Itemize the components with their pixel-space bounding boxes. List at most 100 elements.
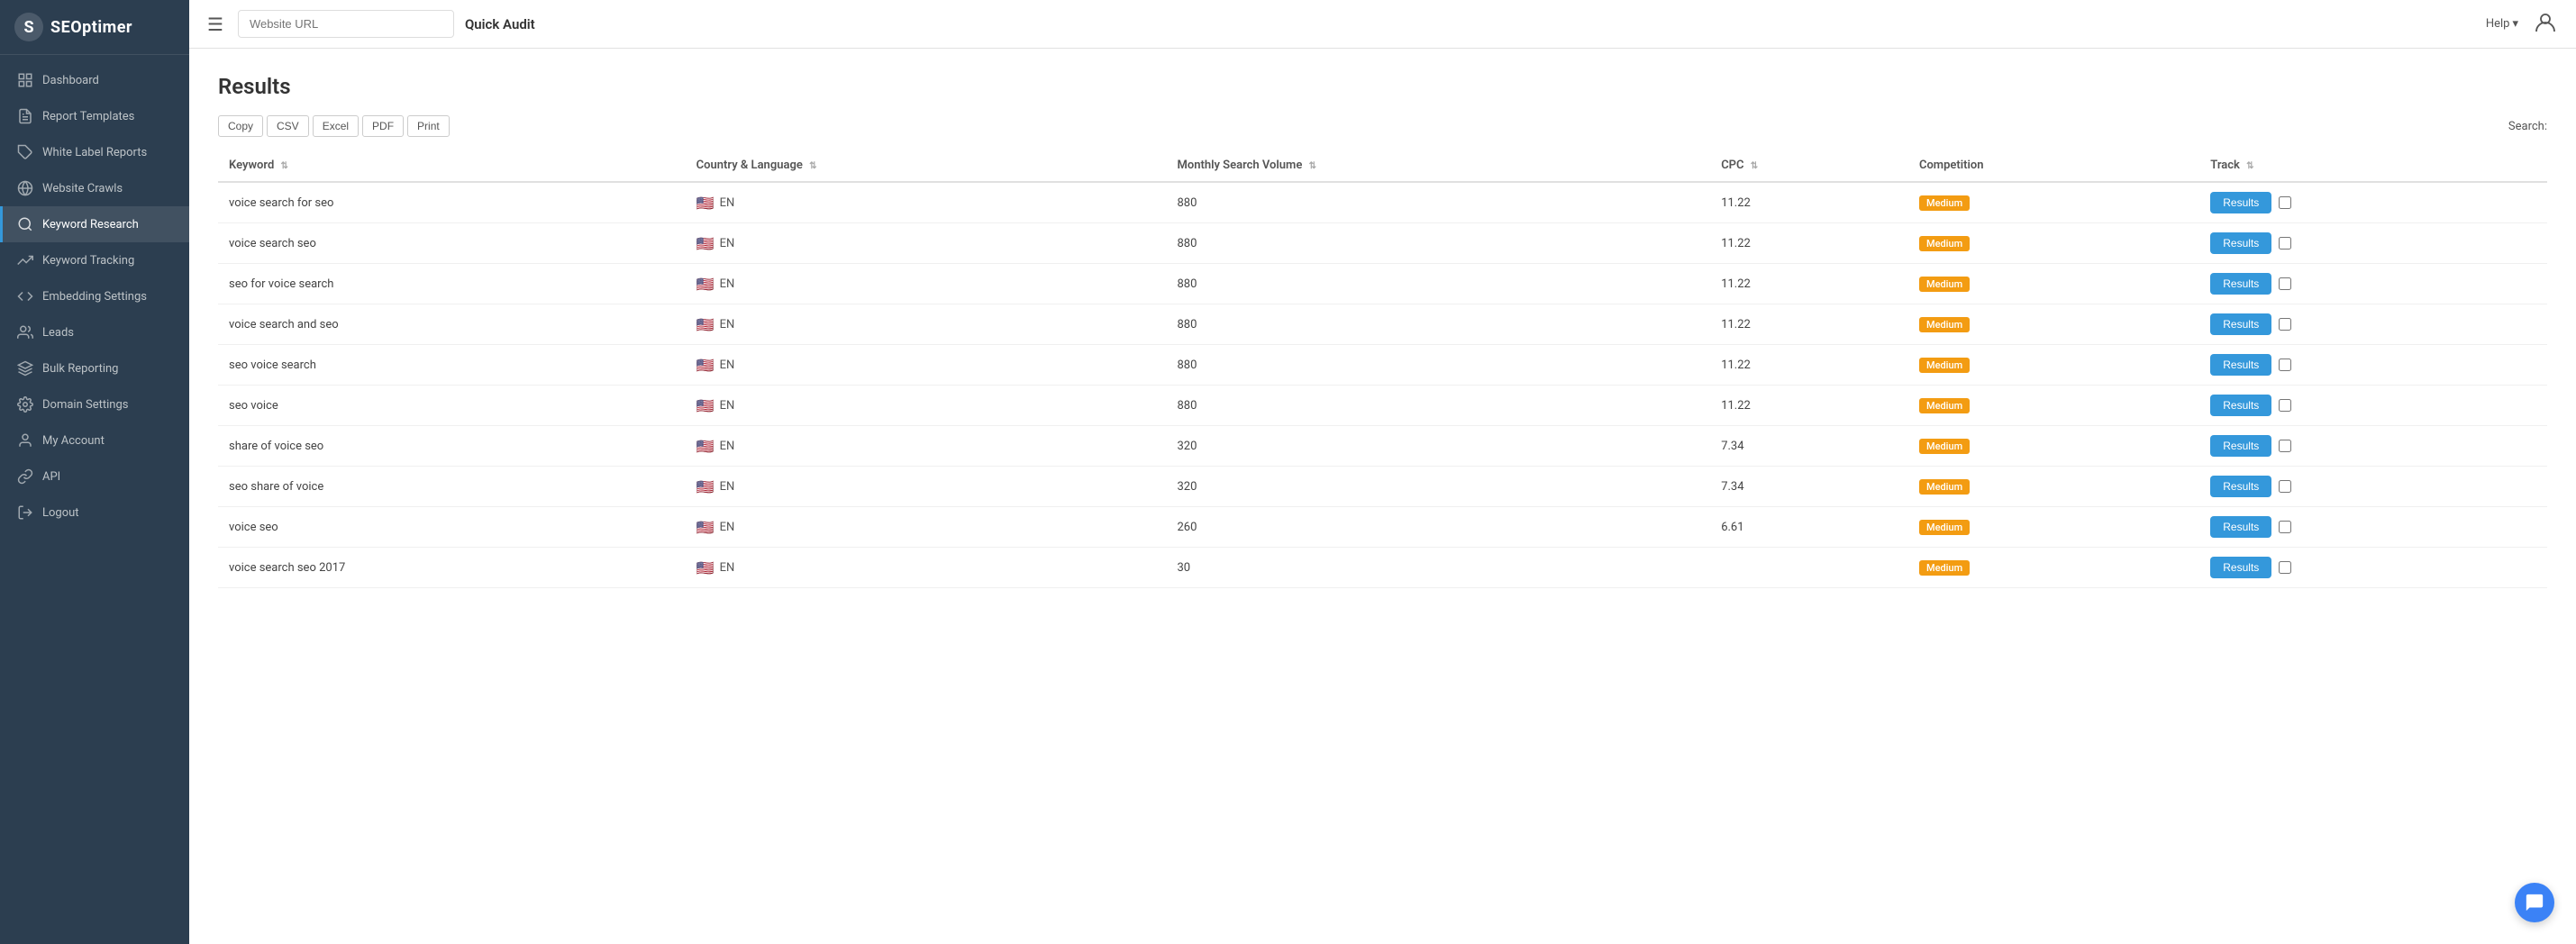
flag-icon-3: 🇺🇸	[696, 316, 715, 333]
results-button-6[interactable]: Results	[2210, 435, 2271, 457]
results-button-9[interactable]: Results	[2210, 557, 2271, 578]
cell-msv-0: 880	[1166, 182, 1710, 223]
sidebar-item-api[interactable]: API	[0, 458, 189, 495]
results-button-3[interactable]: Results	[2210, 313, 2271, 335]
cell-track-1: Results	[2199, 223, 2547, 264]
link-icon	[17, 468, 33, 485]
cell-cpc-3: 11.22	[1710, 304, 1908, 345]
track-checkbox-1[interactable]	[2279, 237, 2291, 250]
sidebar-item-keyword-tracking[interactable]: Keyword Tracking	[0, 242, 189, 278]
lang-code-1: EN	[720, 237, 735, 250]
cell-track-7: Results	[2199, 467, 2547, 507]
competition-badge-6: Medium	[1919, 439, 1970, 454]
results-button-0[interactable]: Results	[2210, 192, 2271, 213]
col-cpc-label: CPC	[1721, 159, 1743, 172]
cell-country-9: 🇺🇸 EN	[686, 548, 1167, 588]
cell-competition-7: Medium	[1908, 467, 2199, 507]
chat-bubble-button[interactable]	[2515, 883, 2554, 922]
sidebar-item-keyword-research[interactable]: Keyword Research	[0, 206, 189, 242]
help-button[interactable]: Help ▾	[2486, 17, 2518, 31]
results-button-2[interactable]: Results	[2210, 273, 2271, 295]
table-toolbar: Copy CSV Excel PDF Print Search:	[218, 115, 2547, 137]
print-button[interactable]: Print	[407, 115, 450, 137]
logo-text: SEOptimer	[50, 18, 132, 37]
table-row: seo voice search 🇺🇸 EN 880 11.22 Medium …	[218, 345, 2547, 386]
sidebar-item-keyword-tracking-label: Keyword Tracking	[42, 254, 134, 268]
country-sort-icon[interactable]: ⇅	[809, 161, 816, 171]
sidebar-item-leads-label: Leads	[42, 326, 74, 340]
cell-msv-3: 880	[1166, 304, 1710, 345]
sidebar-item-embedding-settings[interactable]: Embedding Settings	[0, 278, 189, 314]
csv-button[interactable]: CSV	[267, 115, 309, 137]
sidebar-item-leads[interactable]: Leads	[0, 314, 189, 350]
flag-icon-2: 🇺🇸	[696, 276, 715, 293]
cpc-sort-icon[interactable]: ⇅	[1751, 161, 1758, 171]
sidebar-item-domain-settings[interactable]: Domain Settings	[0, 386, 189, 422]
results-button-8[interactable]: Results	[2210, 516, 2271, 538]
table-row: voice search for seo 🇺🇸 EN 880 11.22 Med…	[218, 182, 2547, 223]
results-button-4[interactable]: Results	[2210, 354, 2271, 376]
copy-button[interactable]: Copy	[218, 115, 263, 137]
track-checkbox-9[interactable]	[2279, 561, 2291, 574]
track-checkbox-7[interactable]	[2279, 480, 2291, 493]
flag-icon-7: 🇺🇸	[696, 478, 715, 495]
sidebar-item-my-account-label: My Account	[42, 434, 105, 448]
track-checkbox-4[interactable]	[2279, 359, 2291, 371]
col-track: Track ⇅	[2199, 150, 2547, 182]
track-sort-icon[interactable]: ⇅	[2246, 161, 2253, 171]
excel-button[interactable]: Excel	[313, 115, 359, 137]
user-avatar-button[interactable]	[2533, 10, 2558, 39]
msv-sort-icon[interactable]: ⇅	[1309, 161, 1316, 171]
cell-country-2: 🇺🇸 EN	[686, 264, 1167, 304]
sidebar-item-report-templates[interactable]: Report Templates	[0, 98, 189, 134]
help-label: Help	[2486, 17, 2510, 31]
sidebar-item-bulk-reporting[interactable]: Bulk Reporting	[0, 350, 189, 386]
track-checkbox-2[interactable]	[2279, 277, 2291, 290]
table-header-row: Keyword ⇅ Country & Language ⇅ Monthly S…	[218, 150, 2547, 182]
hamburger-button[interactable]: ☰	[207, 14, 223, 35]
table-row: seo share of voice 🇺🇸 EN 320 7.34 Medium…	[218, 467, 2547, 507]
track-checkbox-3[interactable]	[2279, 318, 2291, 331]
keyword-sort-icon[interactable]: ⇅	[281, 161, 288, 171]
sidebar-item-white-label[interactable]: White Label Reports	[0, 134, 189, 170]
results-title: Results	[218, 74, 2547, 99]
cell-country-3: 🇺🇸 EN	[686, 304, 1167, 345]
url-input[interactable]	[238, 10, 454, 38]
cell-competition-6: Medium	[1908, 426, 2199, 467]
col-track-label: Track	[2210, 159, 2240, 172]
cell-keyword-8: voice seo	[218, 507, 686, 548]
chat-icon	[2525, 893, 2544, 912]
sidebar-item-logout[interactable]: Logout	[0, 495, 189, 531]
cell-cpc-0: 11.22	[1710, 182, 1908, 223]
lang-code-0: EN	[720, 196, 735, 210]
pdf-button[interactable]: PDF	[362, 115, 404, 137]
flag-icon-6: 🇺🇸	[696, 438, 715, 455]
sidebar: S SEOptimer Dashboard Report Templates W…	[0, 0, 189, 944]
track-checkbox-6[interactable]	[2279, 440, 2291, 452]
competition-badge-5: Medium	[1919, 398, 1970, 413]
results-button-1[interactable]: Results	[2210, 232, 2271, 254]
results-button-5[interactable]: Results	[2210, 395, 2271, 416]
track-checkbox-5[interactable]	[2279, 399, 2291, 412]
users-icon	[17, 324, 33, 340]
flag-icon-8: 🇺🇸	[696, 519, 715, 536]
cell-msv-5: 880	[1166, 386, 1710, 426]
sidebar-logo: S SEOptimer	[0, 0, 189, 55]
cell-cpc-5: 11.22	[1710, 386, 1908, 426]
table-row: voice search seo 2017 🇺🇸 EN 30 Medium Re…	[218, 548, 2547, 588]
track-checkbox-8[interactable]	[2279, 521, 2291, 533]
flag-icon-5: 🇺🇸	[696, 397, 715, 414]
lang-code-8: EN	[720, 521, 735, 534]
cell-keyword-7: seo share of voice	[218, 467, 686, 507]
cell-track-0: Results	[2199, 182, 2547, 223]
sidebar-item-embedding-settings-label: Embedding Settings	[42, 290, 147, 304]
cell-track-2: Results	[2199, 264, 2547, 304]
sidebar-item-website-crawls[interactable]: Website Crawls	[0, 170, 189, 206]
cell-country-1: 🇺🇸 EN	[686, 223, 1167, 264]
sidebar-item-dashboard[interactable]: Dashboard	[0, 62, 189, 98]
sidebar-item-my-account[interactable]: My Account	[0, 422, 189, 458]
results-button-7[interactable]: Results	[2210, 476, 2271, 497]
lang-code-9: EN	[720, 561, 735, 575]
track-checkbox-0[interactable]	[2279, 196, 2291, 209]
user-icon	[17, 432, 33, 449]
